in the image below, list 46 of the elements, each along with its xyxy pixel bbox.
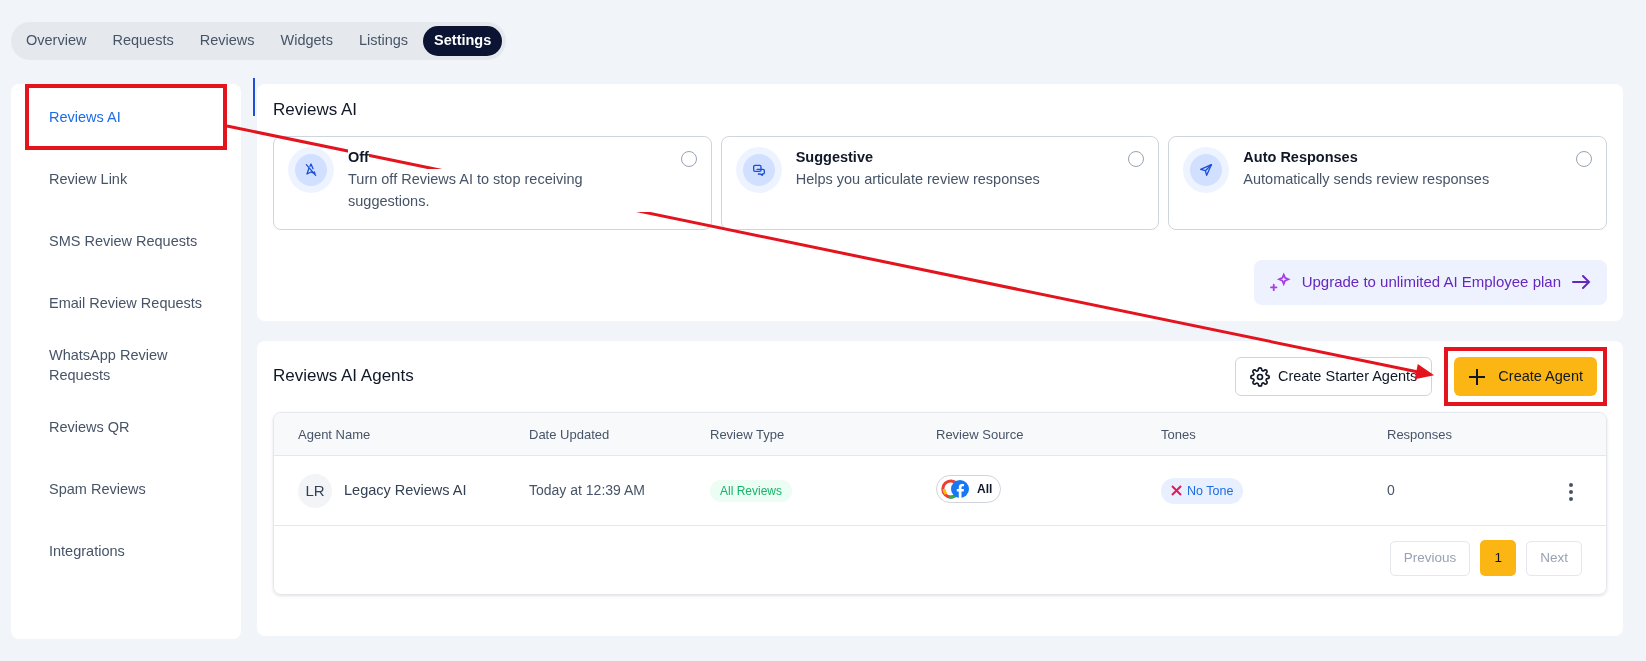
column-header: Review Source (936, 425, 1025, 444)
send-icon (1198, 162, 1215, 179)
sidebar-item[interactable]: Review Link (27, 147, 225, 210)
create-starter-agents-button[interactable]: Create Starter Agents (1234, 356, 1433, 397)
mode-option-card[interactable]: Suggestive Helps you articulate review responses (720, 136, 1160, 231)
more-options-icon[interactable] (1568, 481, 1574, 502)
nav-tab[interactable]: Reviews (188, 26, 266, 56)
nav-tab[interactable]: Requests (101, 26, 185, 56)
column-header: Tones (1161, 425, 1197, 444)
arrow-right-icon (1571, 274, 1591, 291)
sidebar-item[interactable]: Reviews AI (27, 85, 225, 148)
sidebar-item[interactable]: Integrations (27, 519, 225, 582)
sparkle-icon (1269, 272, 1292, 293)
tone-tag: No Tone (1161, 477, 1244, 505)
column-header: Responses (1387, 425, 1454, 444)
close-icon (1171, 485, 1182, 497)
panel-title: Reviews AI (273, 99, 359, 121)
mode-option-card[interactable]: Auto Responses Automatically sends review responses (1168, 136, 1607, 231)
panel-title: Reviews AI Agents (273, 366, 414, 387)
settings-icon (1249, 366, 1270, 387)
nav-tab[interactable]: Listings (347, 26, 420, 56)
avatar: LR (298, 473, 332, 508)
agent-name: Legacy Reviews AI (344, 481, 467, 500)
source-logos-icon (941, 478, 971, 501)
sidebar-item[interactable]: Email Review Requests (27, 271, 225, 334)
date-text: Today at 12:39 AM (529, 482, 645, 499)
column-header: Agent Name (298, 425, 372, 444)
sidebar-item[interactable]: Spam Reviews (27, 457, 225, 520)
upgrade-button[interactable]: Upgrade to unlimited AI Employee plan (1253, 260, 1607, 305)
nav-tab[interactable]: Overview (15, 26, 98, 56)
page-button[interactable]: 1 (1480, 540, 1517, 577)
column-header: Date Updated (529, 425, 611, 444)
active-indicator (253, 77, 255, 116)
mode-option-card[interactable]: Off Turn off Reviews AI to stop receiving suggestions. (273, 136, 712, 231)
chat-bubbles-icon (750, 162, 767, 179)
crossed-send-icon (303, 162, 319, 179)
sidebar-item[interactable]: WhatsApp Review Requests (27, 333, 225, 396)
sidebar-item[interactable]: Reviews QR (27, 395, 225, 458)
plus-icon (1468, 367, 1487, 386)
nav-tab[interactable]: Settings (423, 26, 503, 56)
sidebar-item[interactable]: SMS Review Requests (27, 209, 225, 272)
create-agent-button[interactable]: Create Agent (1454, 356, 1597, 397)
nav-tab[interactable]: Widgets (269, 26, 344, 56)
column-header: Review Type (710, 425, 786, 444)
responses-count: 0 (1387, 482, 1395, 499)
review-type-tag: All Reviews (710, 480, 792, 503)
